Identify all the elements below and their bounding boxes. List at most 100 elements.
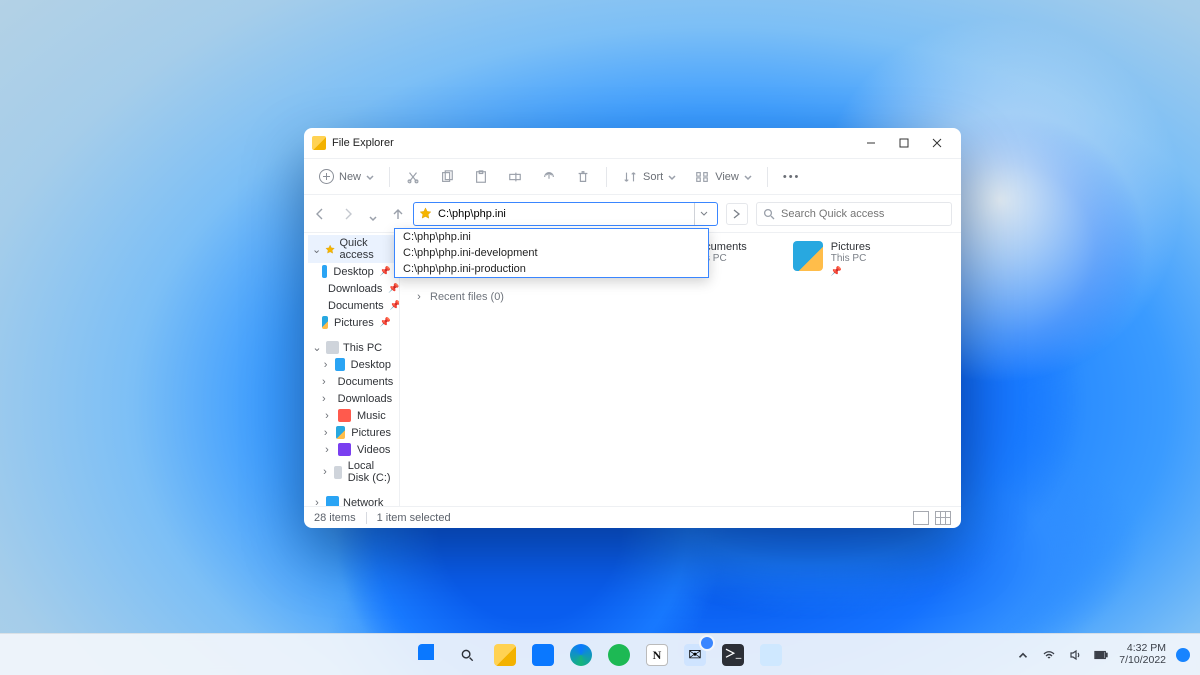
address-dropdown-button[interactable] [694,203,712,225]
nav-forward-button[interactable] [341,207,355,221]
close-button[interactable] [920,132,953,154]
sidebar-item-label: Downloads [338,393,392,405]
taskbar: N ✉ ＞_ 4:32 PM 7/10/2022 [0,633,1200,675]
search-icon [459,647,475,663]
folder-icon [793,241,823,271]
sidebar-item-label: Local Disk (C:) [348,460,391,484]
sort-button[interactable]: Sort [615,164,683,190]
minimize-button[interactable] [854,132,887,154]
address-suggestions: C:\php\php.ini C:\php\php.ini-developmen… [394,228,709,278]
wifi-icon[interactable] [1041,647,1057,663]
suggestion[interactable]: C:\php\php.ini [395,229,708,245]
taskbar-clock[interactable]: 4:32 PM 7/10/2022 [1119,643,1166,666]
sidebar-item-label: Music [357,410,386,422]
chevron-down-icon: ⌄ [312,243,321,256]
search-icon [763,208,775,220]
copy-icon [439,169,455,185]
sidebar-item-desktop[interactable]: ›Desktop [308,356,395,373]
share-button[interactable] [534,164,564,190]
sidebar-network[interactable]: › Network [308,494,395,506]
sort-icon [622,169,638,185]
maximize-button[interactable] [887,132,920,154]
vscode-icon [532,644,554,666]
folder-icon [335,358,344,371]
taskbar-explorer[interactable] [488,638,522,672]
sidebar-item-music[interactable]: ›Music [308,407,395,424]
notifications-button[interactable] [1176,648,1190,662]
app-icon [312,136,326,150]
chevron-right-icon: › [322,393,326,405]
icons-view-button[interactable] [935,511,951,525]
chevron-down-icon [366,173,374,181]
taskbar-vscode[interactable] [526,638,560,672]
taskbar-mail[interactable]: ✉ [678,638,712,672]
suggestion[interactable]: C:\php\php.ini-production [395,261,708,277]
battery-icon[interactable] [1093,647,1109,663]
taskbar-notepad[interactable] [754,638,788,672]
drive-icon [334,466,342,479]
sidebar-quick-access[interactable]: ⌄ Quick access [308,235,395,263]
new-icon [319,169,334,184]
start-button[interactable] [412,638,446,672]
view-button[interactable]: View [687,164,759,190]
sidebar-item-downloads[interactable]: Downloads📌 [308,280,395,297]
file-explorer-window: File Explorer New [304,128,961,528]
copy-button[interactable] [432,164,462,190]
tile[interactable]: Pictures This PC 📌 [793,241,871,277]
sidebar-this-pc[interactable]: ⌄ This PC [308,339,395,356]
chevron-down-icon [668,173,676,181]
tray-overflow-button[interactable] [1015,647,1031,663]
star-icon [419,207,432,220]
paste-button[interactable] [466,164,496,190]
go-button[interactable] [726,203,748,225]
sidebar-item-desktop[interactable]: Desktop📌 [308,263,395,280]
status-bar: 28 items 1 item selected [304,506,961,528]
sidebar-label: Quick access [339,237,391,261]
cut-button[interactable] [398,164,428,190]
nav-back-button[interactable] [313,207,327,221]
star-icon [325,243,335,256]
command-bar: New Sort View ••• [304,158,961,194]
details-view-button[interactable] [913,511,929,525]
sidebar-item-documents[interactable]: ›Documents [308,373,395,390]
sidebar-item-pictures[interactable]: Pictures📌 [308,314,395,331]
taskbar-notion[interactable]: N [640,638,674,672]
taskbar-terminal[interactable]: ＞_ [716,638,750,672]
taskbar-edge[interactable] [564,638,598,672]
sidebar-item-videos[interactable]: › Videos [308,441,395,458]
volume-icon[interactable] [1067,647,1083,663]
sidebar-item-downloads[interactable]: › Downloads [308,390,395,407]
search-input[interactable] [781,208,945,220]
chevron-right-icon: › [322,444,332,456]
sidebar-item-label: Documents [338,376,394,388]
chevron-right-icon: › [312,497,322,507]
search-box[interactable] [756,202,952,226]
chevron-right-icon: › [322,466,328,478]
taskbar-search[interactable] [450,638,484,672]
chevron-down-icon [744,173,752,181]
recent-files-header[interactable]: › Recent files (0) [414,291,947,303]
suggestion[interactable]: C:\php\php.ini-development [395,245,708,261]
rename-icon [507,169,523,185]
sidebar-item-pictures[interactable]: ›Pictures [308,424,395,441]
sidebar-item-label: Videos [357,444,390,456]
history-button[interactable] [369,210,377,218]
address-input[interactable] [438,204,688,224]
navigation-pane[interactable]: ⌄ Quick access Desktop📌 Downloads📌 Docum… [304,233,400,506]
taskbar-spotify[interactable] [602,638,636,672]
address-bar[interactable] [413,202,718,226]
sidebar-item-localdisk[interactable]: › Local Disk (C:) [308,458,395,486]
more-button[interactable]: ••• [776,164,808,190]
pin-icon: 📌 [380,317,391,328]
folder-icon [494,644,516,666]
rename-button[interactable] [500,164,530,190]
titlebar[interactable]: File Explorer [304,128,961,158]
sidebar-item-documents[interactable]: Documents📌 [308,297,395,314]
clock-time: 4:32 PM [1119,643,1166,655]
share-icon [541,169,557,185]
delete-button[interactable] [568,164,598,190]
spotify-icon [608,644,630,666]
new-button[interactable]: New [312,164,381,190]
nav-up-button[interactable] [391,207,405,221]
mail-icon: ✉ [684,644,706,666]
